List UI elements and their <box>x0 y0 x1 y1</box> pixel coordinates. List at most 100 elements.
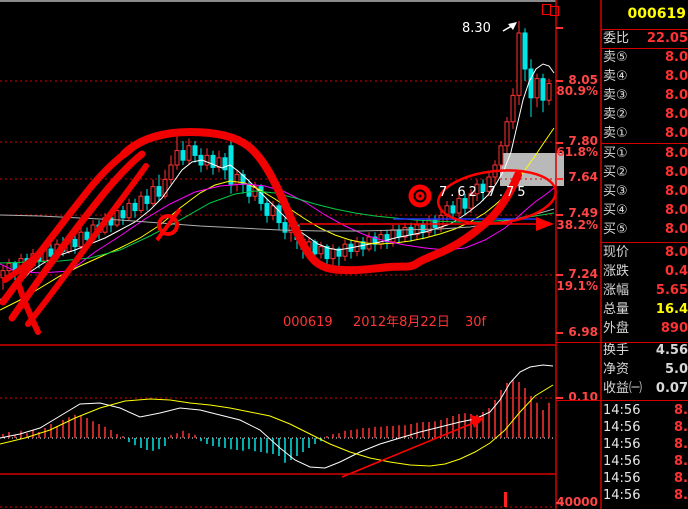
candle-body <box>193 146 197 156</box>
panel-divider <box>601 242 688 243</box>
buy-5-row: 买⑤ 8.0 <box>603 222 688 238</box>
candle-body <box>283 223 287 233</box>
scribble-mark-right <box>417 193 423 199</box>
sell-1-value[interactable]: 8.0 <box>665 126 688 142</box>
macd-dea-line <box>0 385 553 466</box>
candle-body <box>319 247 323 254</box>
footer-period: 30f <box>465 316 486 330</box>
panel-divider <box>601 48 688 49</box>
buy-1-row: 买① 8.0 <box>603 146 688 162</box>
peak-price-annotation: 8.30 <box>462 22 491 36</box>
change-percent-row: 涨幅 5.65 <box>603 283 688 299</box>
buy-3-value[interactable]: 8.0 <box>665 184 688 200</box>
total-volume-value: 16.4 <box>656 302 688 318</box>
panel-divider <box>601 143 688 144</box>
candle-body <box>547 83 551 100</box>
candle-body <box>421 225 425 232</box>
sell-4-value[interactable]: 8.0 <box>665 69 688 85</box>
sell-5-value[interactable]: 8.0 <box>665 50 688 66</box>
tick-value: 8. <box>674 437 688 453</box>
sell-4-label: 卖④ <box>603 69 628 85</box>
tick-label: 14:56 <box>603 403 640 419</box>
sell-1-label: 卖① <box>603 126 628 142</box>
buy-4-label: 买④ <box>603 203 628 219</box>
tick-value: 8. <box>674 454 688 470</box>
turnover-rate-value: 4.56 <box>656 343 688 359</box>
candle-body <box>313 242 317 254</box>
candle-body <box>169 165 173 179</box>
change-percent-label: 涨幅 <box>603 283 629 299</box>
candle-body <box>205 155 209 165</box>
candle-body <box>79 232 83 246</box>
candle-body <box>457 199 461 213</box>
tick-label: 14:56 <box>603 437 640 453</box>
footer-stock-code: 000619 <box>283 316 333 330</box>
tick-row: 14:56 8. <box>603 420 688 436</box>
tick-value: 8. <box>674 471 688 487</box>
stock-code-header: 000619 <box>601 6 686 22</box>
candle-body <box>49 249 53 256</box>
candle-body <box>409 227 413 234</box>
outer-volume-label: 外盘 <box>603 321 629 337</box>
candle-body <box>181 151 185 161</box>
tick-label: 14:56 <box>603 420 640 436</box>
panel-divider <box>601 29 688 30</box>
axis-label: 7.64 <box>552 171 598 183</box>
candle-body <box>517 33 521 95</box>
candle-body <box>115 211 119 225</box>
sell-5-label: 卖⑤ <box>603 50 628 66</box>
candle-body <box>121 211 125 218</box>
candle-body <box>397 230 401 237</box>
price-change-row: 涨跌0.4 <box>603 264 688 280</box>
outer-volume-value: 890 <box>661 321 688 337</box>
candle-body <box>85 232 89 239</box>
buy-5-label: 买⑤ <box>603 222 628 238</box>
total-volume-label: 总量 <box>603 302 629 318</box>
restore-window-icon[interactable] <box>542 3 559 16</box>
tick-value: 8. <box>674 420 688 436</box>
candle-body <box>391 230 395 242</box>
candle-body <box>1 271 5 278</box>
weibi-ratio-value: 22.05 <box>647 31 688 47</box>
candle-body <box>451 206 455 213</box>
stock-app-window: 8.30 7.62-7.75 000619 2012年8月22日 30f 000… <box>0 0 688 509</box>
candle-body <box>133 203 137 210</box>
net-assets-value: 5.0 <box>665 362 688 378</box>
axis-label: 19.1% <box>552 280 598 292</box>
candle-body <box>523 33 527 69</box>
axis-label: 40000 <box>552 496 598 508</box>
sell-3-label: 卖③ <box>603 88 628 104</box>
candle-body <box>145 196 149 203</box>
eps-row: 收益㈠0.07 <box>603 381 688 397</box>
tick-row: 14:568. <box>603 403 688 419</box>
sell-1-row: 卖① 8.0 <box>603 126 688 142</box>
candle-body <box>511 95 515 121</box>
buy-1-label: 买① <box>603 146 628 162</box>
change-percent-value: 5.65 <box>656 283 688 299</box>
buy-4-row: 买④ 8.0 <box>603 203 688 219</box>
buy-2-value[interactable]: 8.0 <box>665 165 688 181</box>
buy-5-value[interactable]: 8.0 <box>665 222 688 238</box>
footer-date: 2012年8月22日 <box>353 316 450 330</box>
buy-4-value[interactable]: 8.0 <box>665 203 688 219</box>
sell-3-value[interactable]: 8.0 <box>665 88 688 104</box>
axis-label: 80.9% <box>552 85 598 97</box>
net-assets-label: 净资 <box>603 362 629 378</box>
volume-bar <box>504 492 507 507</box>
turnover-rate-row: 换手4.56 <box>603 343 688 359</box>
candle-body <box>505 122 509 146</box>
macd-dif-line <box>0 365 553 468</box>
axis-label: 0.10 <box>552 391 598 403</box>
tick-label: 14:56 <box>603 454 640 470</box>
candle-body <box>157 187 161 197</box>
buy-1-value[interactable]: 8.0 <box>665 146 688 162</box>
sell-4-row: 卖④ 8.0 <box>603 69 688 85</box>
tick-label: 14:56 <box>603 488 640 504</box>
restore-window-icon <box>550 6 559 16</box>
buy-3-label: 买③ <box>603 184 628 200</box>
tick-row: 14:568. <box>603 471 688 487</box>
sell-2-value[interactable]: 8.0 <box>665 107 688 123</box>
candle-body <box>265 203 269 215</box>
candle-body <box>463 199 467 209</box>
current-price-label: 现价 <box>603 245 629 261</box>
